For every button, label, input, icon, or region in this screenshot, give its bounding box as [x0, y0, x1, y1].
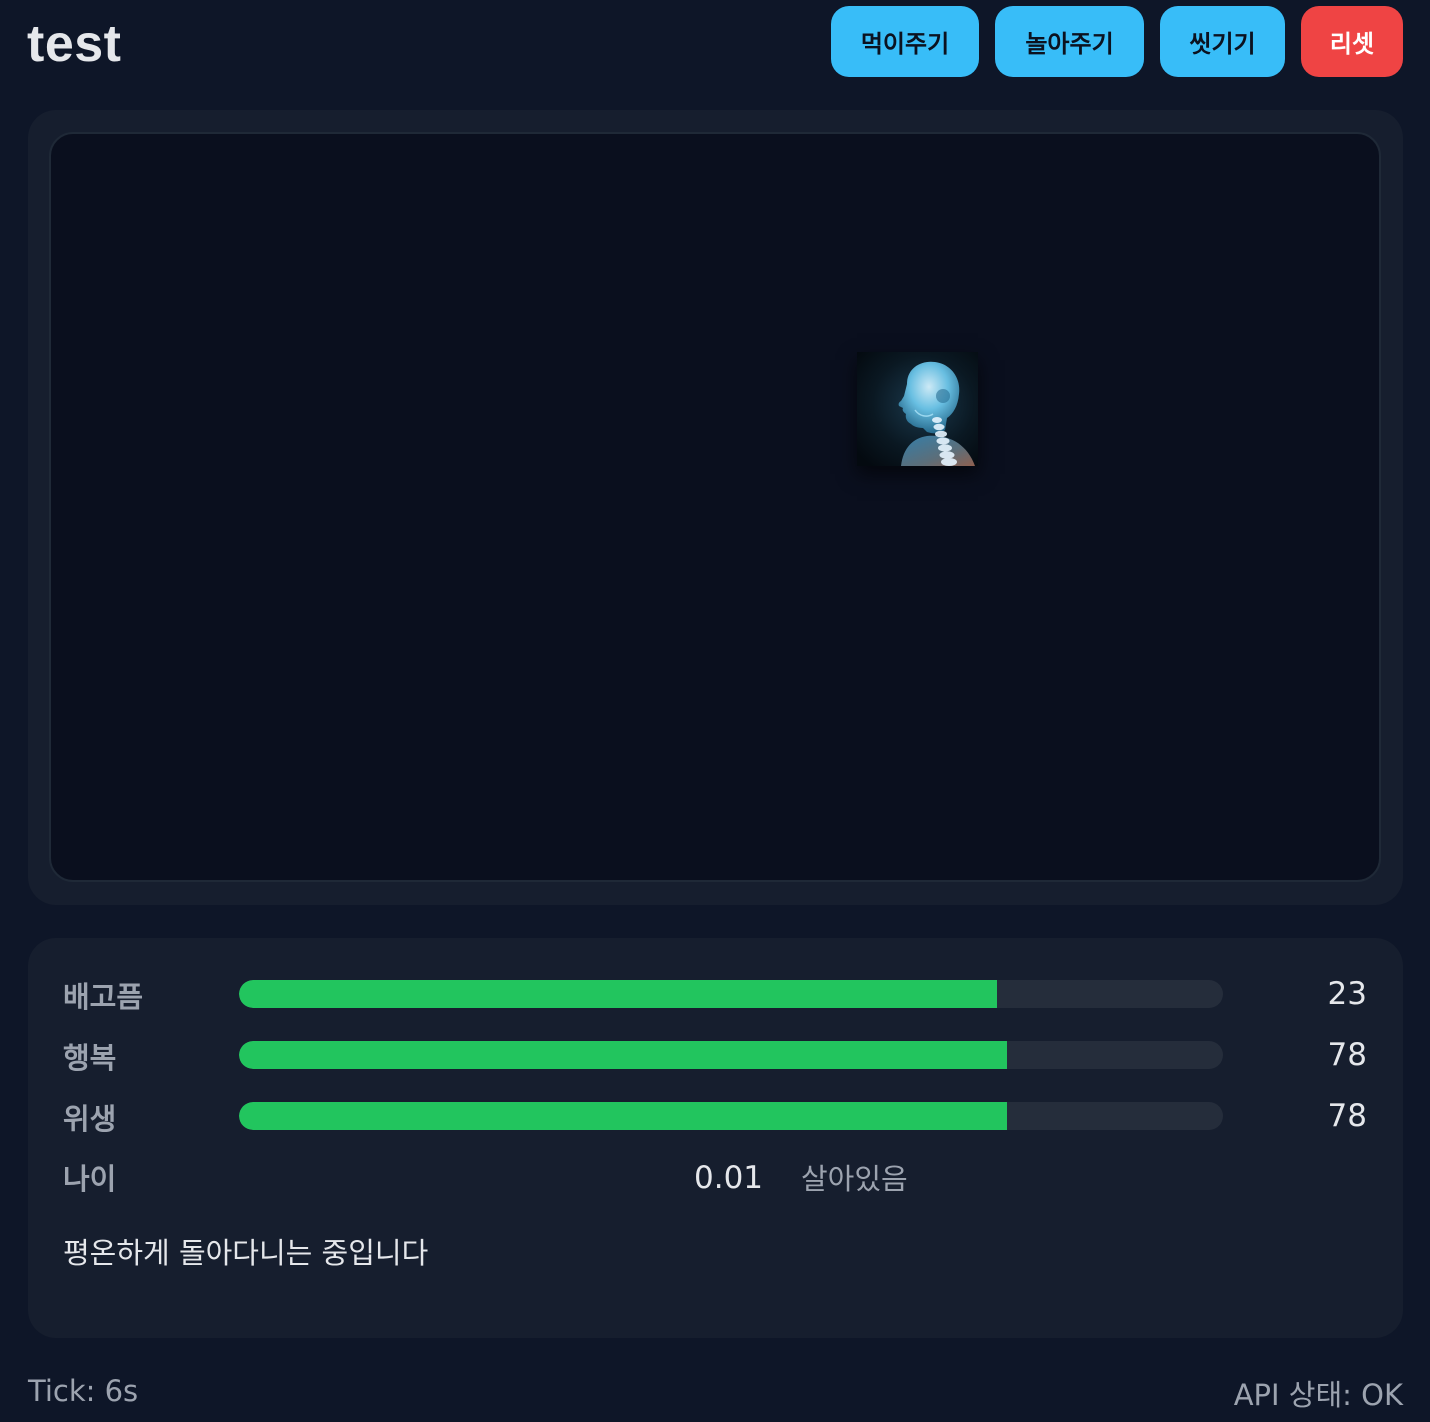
stat-row-age: 나이 0.01 살아있음: [28, 1154, 1403, 1198]
xray-head-spine-image: [857, 352, 978, 466]
action-toolbar: 먹이주기 놀아주기 씻기기 리셋: [831, 6, 1403, 77]
api-status: API 상태: OK: [1233, 1378, 1403, 1412]
stat-row-happiness: 행복 78: [28, 1035, 1403, 1075]
stat-value-hygiene: 78: [1327, 1098, 1367, 1134]
stat-label-hunger: 배고픔: [63, 980, 144, 1014]
stat-value-happiness: 78: [1327, 1037, 1367, 1073]
stat-row-hygiene: 위생 78: [28, 1096, 1403, 1136]
happiness-bar: [239, 1041, 1223, 1069]
page-title: test: [27, 15, 122, 73]
pet-stage: [49, 132, 1381, 882]
reset-button[interactable]: 리셋: [1301, 6, 1403, 77]
feed-button[interactable]: 먹이주기: [831, 6, 979, 77]
stats-panel: 배고픔 23 행복 78 위생 78 나이 0.01 살아있음 평온하게 돌아다: [28, 938, 1403, 1338]
play-button[interactable]: 놀아주기: [995, 6, 1144, 77]
hunger-bar-fill: [239, 980, 997, 1008]
alive-status: 살아있음: [801, 1162, 908, 1196]
stat-label-hygiene: 위생: [63, 1102, 117, 1136]
stat-value-age: 0.01: [694, 1160, 764, 1196]
hygiene-bar: [239, 1102, 1223, 1130]
wash-button[interactable]: 씻기기: [1160, 6, 1285, 77]
stat-label-happiness: 행복: [63, 1041, 117, 1075]
pet-sprite[interactable]: [857, 352, 978, 466]
app-root: test 먹이주기 놀아주기 씻기기 리셋 배고픔 23 행복 78 위생 78…: [0, 0, 1430, 1422]
stat-label-age: 나이: [63, 1162, 117, 1196]
hunger-bar: [239, 980, 1223, 1008]
stat-value-hunger: 23: [1327, 976, 1367, 1012]
stat-row-hunger: 배고픔 23: [28, 974, 1403, 1014]
stage-card: [28, 110, 1403, 905]
status-message: 평온하게 돌아다니는 중입니다: [63, 1236, 429, 1270]
tick-indicator: Tick: 6s: [28, 1374, 139, 1408]
happiness-bar-fill: [239, 1041, 1007, 1069]
hygiene-bar-fill: [239, 1102, 1007, 1130]
